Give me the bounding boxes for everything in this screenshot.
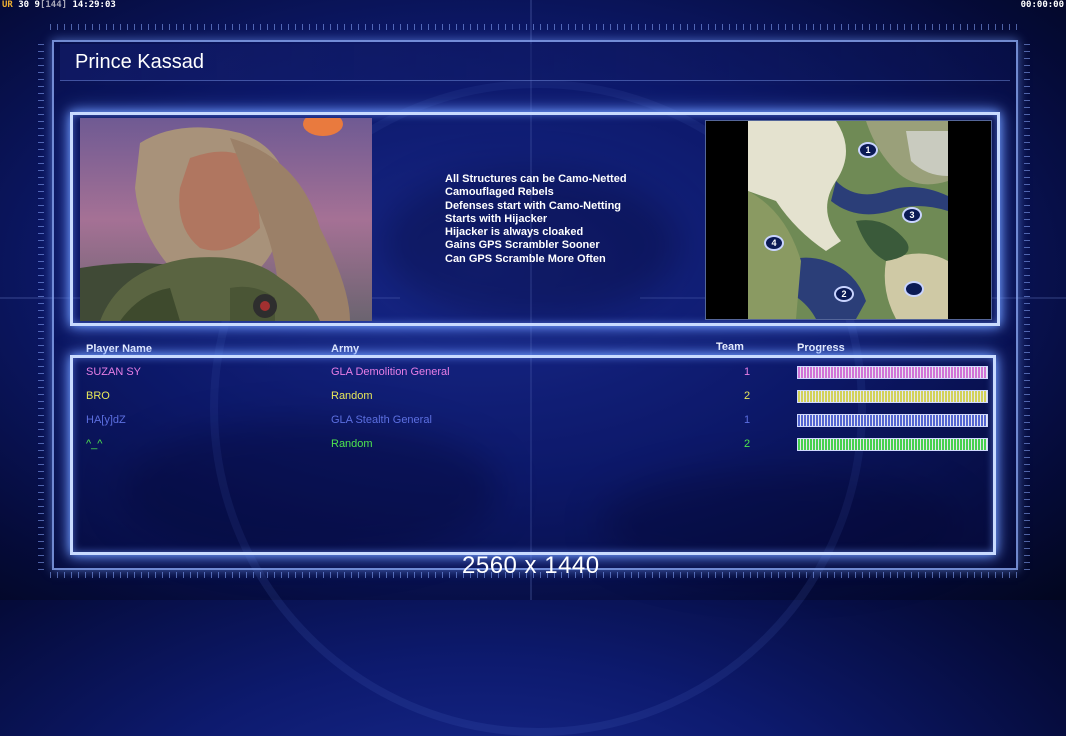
hud-right-timer: 00:00:00	[1020, 0, 1064, 10]
trait-item: Gains GPS Scrambler Sooner	[445, 239, 600, 252]
trait-item: Defenses start with Camo-Netting	[445, 199, 622, 212]
start-position-empty[interactable]	[904, 281, 924, 297]
header-progress: Progress	[797, 342, 845, 354]
player-name: SUZAN SY	[86, 366, 142, 378]
player-name: ^_^	[86, 438, 103, 450]
player-army: GLA Stealth General	[331, 414, 432, 426]
player-progress-bar	[797, 390, 988, 403]
player-progress-bar	[797, 414, 988, 427]
player-progress-bar	[797, 438, 988, 451]
header-player-name: Player Name	[86, 343, 153, 355]
player-progress-fill	[798, 367, 987, 378]
right-ruler	[1024, 40, 1030, 570]
start-position-2[interactable]: 2	[834, 286, 854, 302]
player-team: 2	[744, 390, 751, 402]
resolution-label: 2560 x 1440	[462, 552, 600, 579]
trait-item: Starts with Hijacker	[445, 212, 548, 225]
left-ruler	[38, 40, 44, 570]
player-team: 2	[744, 438, 751, 450]
player-army: Random	[331, 438, 373, 450]
start-position-3[interactable]: 3	[902, 207, 922, 223]
trait-item: Camouflaged Rebels	[445, 186, 554, 199]
map-preview: 1 3 4 2	[705, 120, 992, 320]
header-team: Team	[716, 341, 744, 353]
player-team: 1	[744, 366, 751, 378]
general-traits-list: All Structures can be Camo-Netted Camouf…	[445, 173, 695, 266]
hud-prefix: UR	[2, 0, 13, 10]
player-progress-fill	[798, 439, 987, 450]
player-army: GLA Demolition General	[331, 366, 450, 378]
hud-bracket: [144]	[39, 0, 68, 10]
general-name-title: Prince Kassad	[75, 51, 204, 73]
player-name: BRO	[86, 390, 110, 402]
hud-left: UR 30 9[144] 14:29:03	[2, 0, 116, 10]
trait-item: Hijacker is always cloaked	[445, 226, 584, 239]
start-position-4[interactable]: 4	[764, 235, 784, 251]
top-ruler	[50, 24, 1018, 30]
player-army: Random	[331, 390, 373, 402]
hud-stats: 30 9	[18, 0, 40, 10]
trait-item: All Structures can be Camo-Netted	[445, 173, 627, 185]
header-army: Army	[331, 343, 360, 355]
player-progress-fill	[798, 415, 987, 426]
general-portrait	[80, 118, 372, 321]
player-progress-bar	[797, 366, 988, 379]
start-position-1[interactable]: 1	[858, 142, 878, 158]
player-name: HA[y]dZ	[86, 414, 126, 426]
hud-clock: 14:29:03	[72, 0, 116, 10]
player-list-frame	[70, 355, 996, 555]
player-progress-fill	[798, 391, 987, 402]
player-team: 1	[744, 414, 751, 426]
trait-item: Can GPS Scramble More Often	[445, 252, 606, 265]
portrait-illustration	[80, 118, 372, 321]
